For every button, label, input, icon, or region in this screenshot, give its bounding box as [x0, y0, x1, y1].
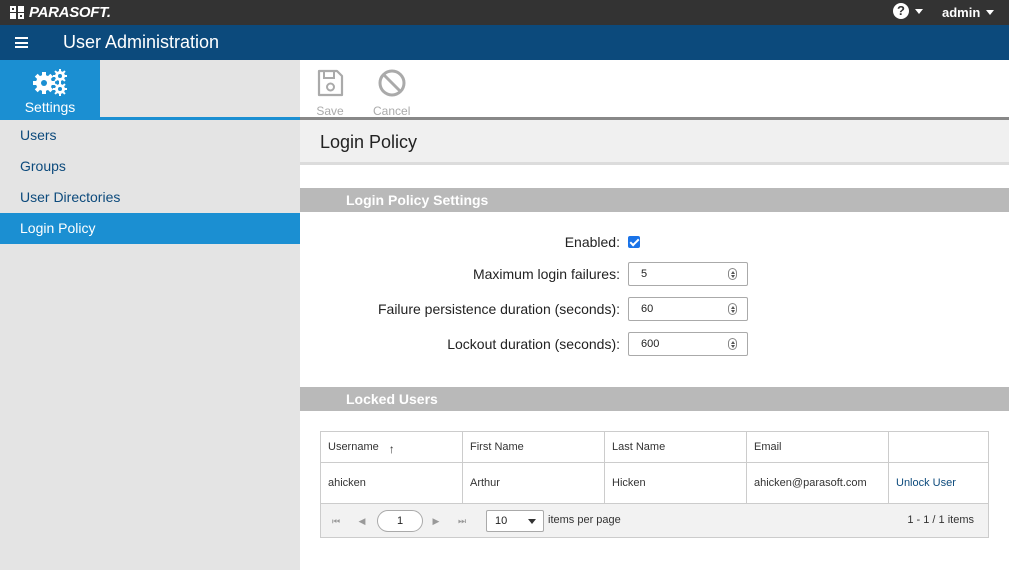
cancel-icon [378, 69, 406, 97]
last-page-icon[interactable]: ⏭ [453, 512, 471, 530]
enabled-label: Enabled: [564, 234, 620, 250]
chevron-down-icon [528, 519, 536, 524]
column-header-first-name[interactable]: First Name [463, 432, 605, 462]
sidebar-item-login-policy[interactable]: Login Policy [0, 213, 300, 244]
lockout-label: Lockout duration (seconds): [447, 336, 620, 352]
page-number-input[interactable]: 1 [377, 510, 423, 532]
max-failures-value: 5 [641, 268, 648, 280]
toolbar: Save Cancel [300, 60, 1009, 118]
sidebar-item-groups[interactable]: Groups [0, 151, 300, 182]
help-icon: ? [893, 3, 909, 19]
page-header: Login Policy [300, 120, 1009, 165]
cell-action: Unlock User [889, 463, 988, 503]
top-bar: PARASOFT. ? admin [0, 0, 1009, 25]
items-per-page-label: items per page [548, 514, 621, 526]
enabled-row: Enabled: [300, 230, 1009, 254]
item-count: 1 - 1 / 1 items [907, 514, 974, 526]
app-header: User Administration [0, 25, 1009, 60]
previous-page-icon[interactable]: ◀ [353, 512, 371, 530]
column-header-last-name[interactable]: Last Name [605, 432, 747, 462]
column-header-actions [889, 432, 988, 462]
cancel-button[interactable]: Cancel [373, 68, 410, 118]
enabled-checkbox[interactable] [628, 236, 640, 248]
settings-tile-label: Settings [24, 99, 76, 115]
cell-username: ahicken [321, 463, 463, 503]
page-size-value: 10 [495, 515, 508, 527]
chevron-down-icon [986, 10, 995, 15]
pager: ⏮ ◀ 1 ▶ ⏭ 10 items per page 1 - 1 / 1 it… [321, 504, 988, 537]
main-content: Save Cancel Login Policy Login Policy Se… [300, 60, 1009, 570]
save-button[interactable]: Save [315, 68, 345, 118]
help-menu-button[interactable]: ? [893, 3, 923, 19]
settings-tile[interactable]: Settings [0, 60, 100, 117]
sidebar-item-user-directories[interactable]: User Directories [0, 182, 300, 213]
sidebar-nav: Users Groups User Directories Login Poli… [0, 120, 300, 244]
sort-ascending-icon: ↑ [388, 441, 395, 456]
lockout-row: Lockout duration (seconds): 600 [300, 332, 1009, 356]
cell-last-name: Hicken [605, 463, 747, 503]
table-row: ahicken Arthur Hicken ahicken@parasoft.c… [321, 463, 988, 504]
parasoft-logo-icon [10, 6, 24, 19]
failure-duration-label: Failure persistence duration (seconds): [377, 301, 620, 317]
save-label: Save [316, 104, 344, 118]
spinner-arrows-icon[interactable] [728, 268, 737, 280]
gears-icon [33, 69, 67, 96]
next-page-icon[interactable]: ▶ [427, 512, 445, 530]
column-header-username[interactable]: Username ↑ [321, 432, 463, 462]
failure-duration-row: Failure persistence duration (seconds): … [300, 297, 1009, 321]
failure-duration-input[interactable]: 60 [628, 297, 748, 321]
max-failures-input[interactable]: 5 [628, 262, 748, 286]
app-title: User Administration [63, 32, 220, 52]
locked-users-grid: Username ↑ First Name Last Name Email ah… [320, 431, 989, 538]
column-header-email[interactable]: Email [747, 432, 889, 462]
first-page-icon[interactable]: ⏮ [327, 512, 345, 530]
locked-users-header: Locked Users [300, 387, 1009, 411]
sidebar: Settings Users Groups User Directories L… [0, 60, 300, 570]
page-size-select[interactable]: 10 [486, 510, 544, 532]
grid-header: Username ↑ First Name Last Name Email [321, 432, 988, 463]
user-menu-button[interactable]: admin [942, 5, 995, 20]
parasoft-logo[interactable]: PARASOFT. [10, 4, 111, 21]
sidebar-item-users[interactable]: Users [0, 120, 300, 151]
spinner-arrows-icon[interactable] [728, 338, 737, 350]
brand-name: PARASOFT. [29, 4, 111, 21]
spinner-arrows-icon[interactable] [728, 303, 737, 315]
lockout-value: 600 [641, 338, 660, 350]
cell-first-name: Arthur [463, 463, 605, 503]
login-policy-settings-header: Login Policy Settings [300, 188, 1009, 212]
page-title: Login Policy [320, 132, 418, 152]
cancel-label: Cancel [373, 104, 411, 118]
failure-duration-value: 60 [641, 303, 654, 315]
max-failures-row: Maximum login failures: 5 [300, 262, 1009, 286]
max-failures-label: Maximum login failures: [472, 266, 620, 282]
username-label: admin [942, 5, 981, 20]
hamburger-menu-icon[interactable] [15, 37, 28, 48]
unlock-user-link[interactable]: Unlock User [896, 477, 956, 489]
lockout-input[interactable]: 600 [628, 332, 748, 356]
chevron-down-icon [915, 8, 923, 14]
save-icon [317, 69, 344, 97]
cell-email: ahicken@parasoft.com [747, 463, 889, 503]
